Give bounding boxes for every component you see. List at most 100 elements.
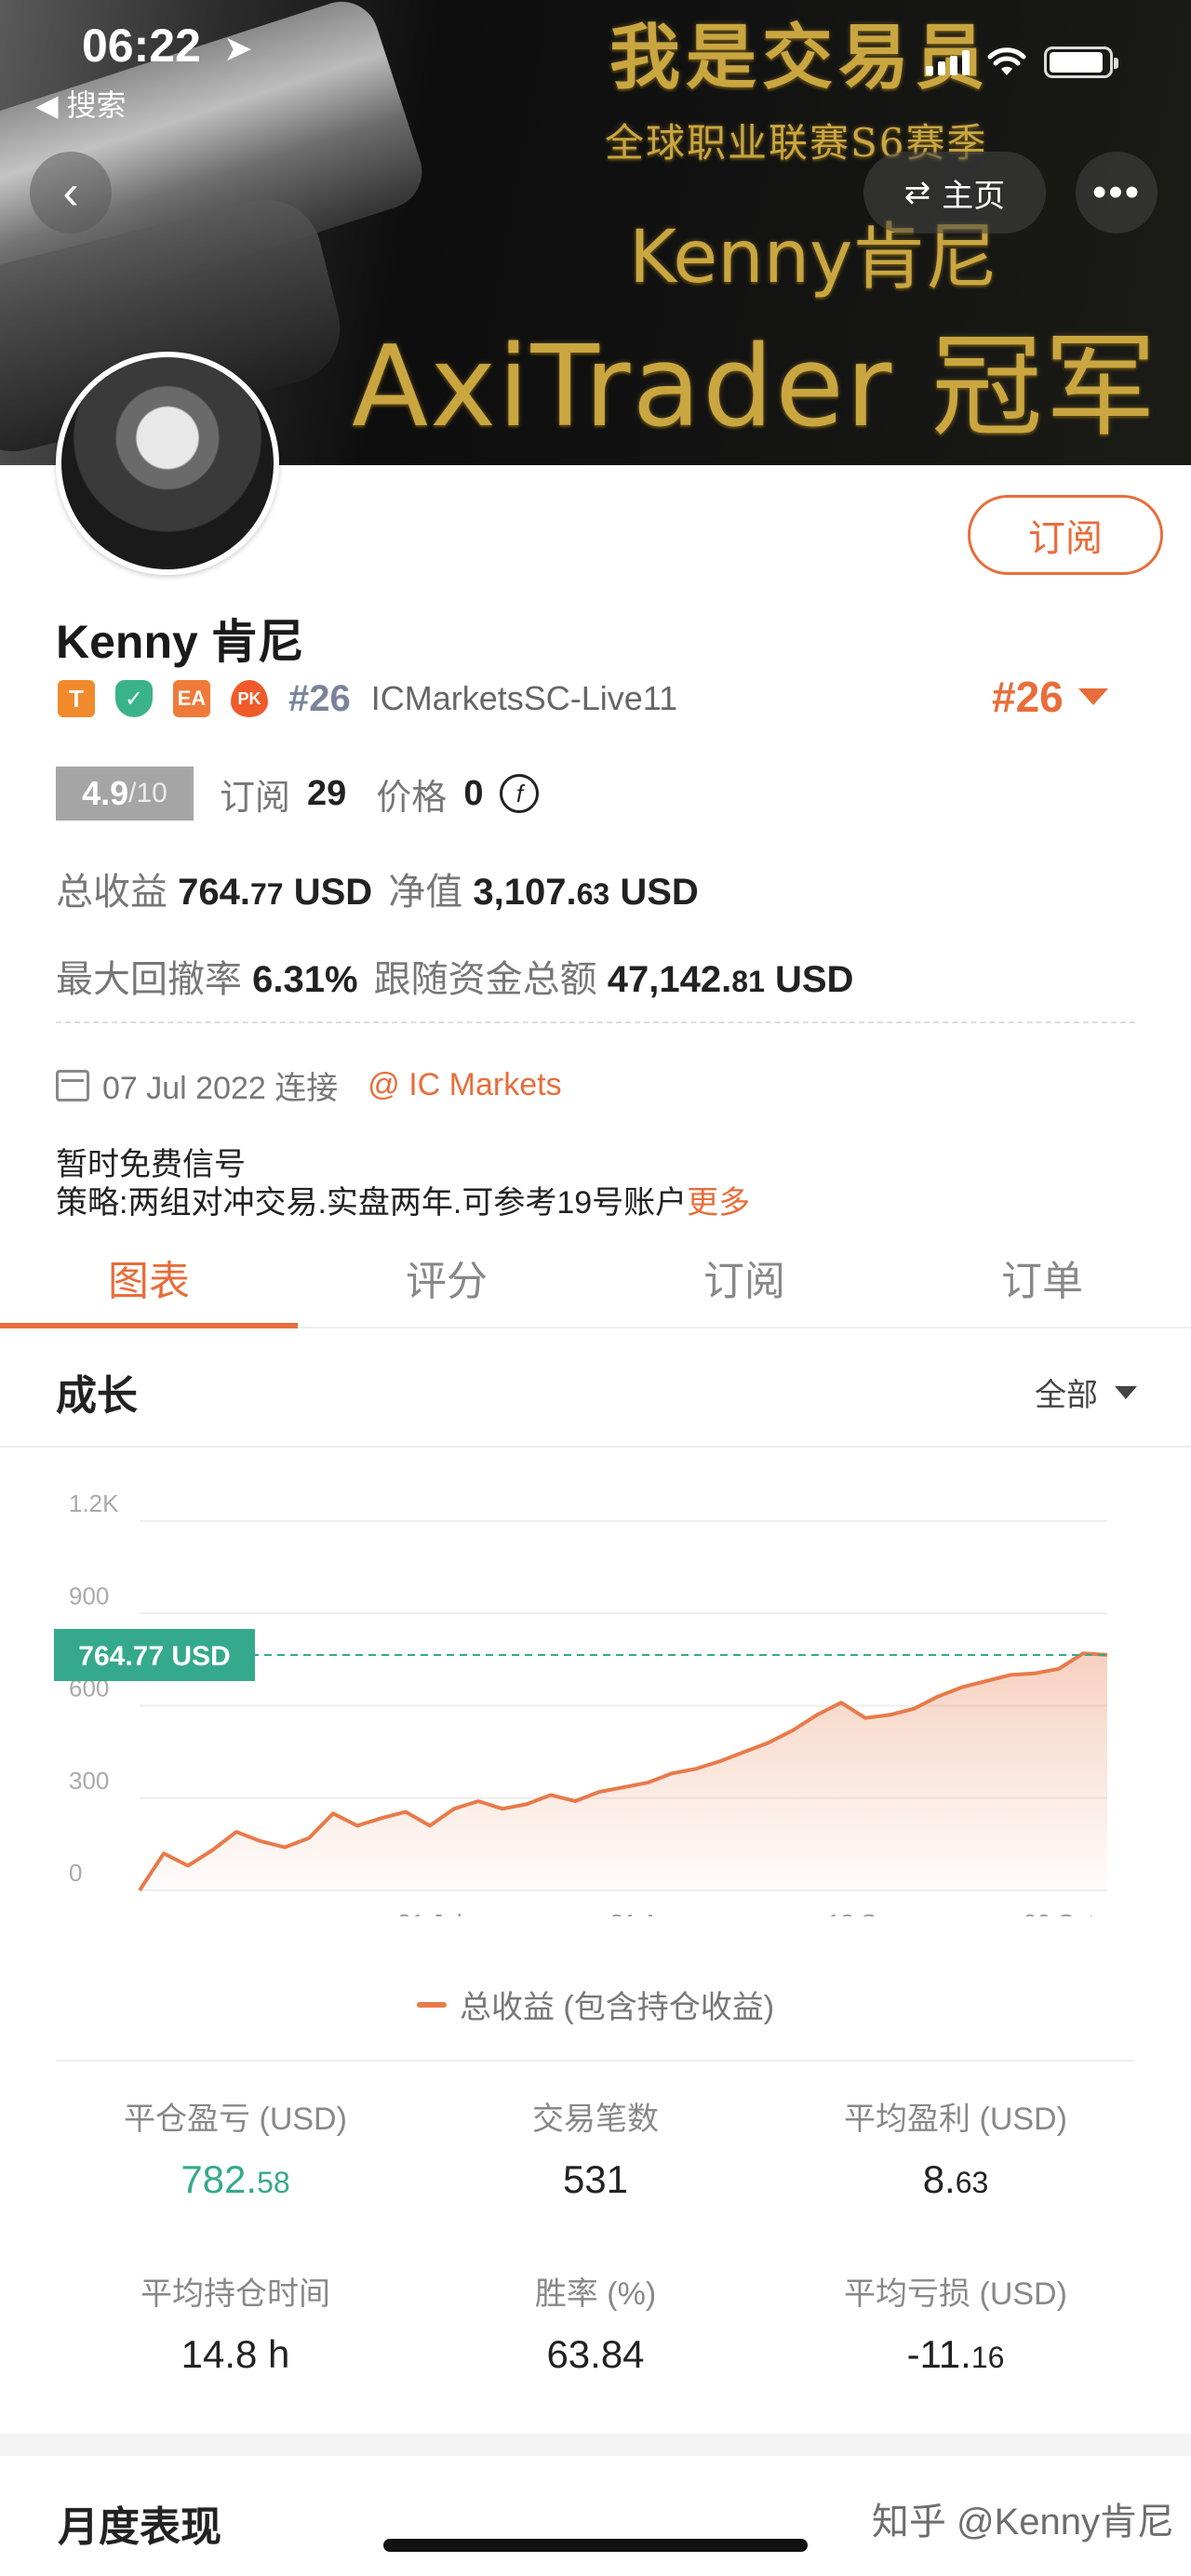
equity-label: 净值	[388, 872, 463, 913]
tab-bar: 图表 评分 订阅 订单	[0, 1228, 1191, 1328]
avatar[interactable]	[56, 352, 279, 575]
caret-down-icon	[1077, 688, 1108, 705]
equity-currency: USD	[620, 872, 699, 913]
tab-subscriptions[interactable]: 订阅	[596, 1228, 893, 1327]
monthly-title: 月度表现	[58, 2504, 221, 2550]
price-value: 0	[463, 773, 484, 813]
score-row: 4.9/10 订阅 29 价格 0 f	[56, 767, 540, 821]
score-denominator: /10	[128, 778, 167, 808]
caret-down-icon	[1115, 1385, 1137, 1399]
rank-dropdown[interactable]: #26	[992, 672, 1108, 722]
growth-chart-svg: 03006009001.2K31 Jul21 Aug13 Sep06 Oct76…	[54, 1489, 1108, 1937]
follow-funds-label: 跟随资金总额	[373, 959, 597, 1000]
status-indicators	[926, 47, 1118, 78]
avg-loss-int: -11.	[906, 2332, 971, 2376]
avg-loss-cell: 平均亏损 (USD) -11.16	[776, 2268, 1135, 2377]
legend-swatch	[416, 2001, 447, 2008]
more-link[interactable]: 更多	[687, 1185, 750, 1221]
tab-rating[interactable]: 评分	[298, 1228, 596, 1327]
price-label: 价格	[376, 778, 448, 818]
more-dots-icon: •••	[1091, 169, 1142, 215]
rank-big-value: #26	[992, 673, 1064, 721]
subs-label: 订阅	[220, 778, 291, 818]
y-tick-label: 300	[69, 1767, 109, 1795]
trader-t-badge[interactable]: T	[58, 680, 95, 717]
broker-link[interactable]: @ IC Markets	[368, 1067, 561, 1103]
y-tick-label: 1.2K	[69, 1489, 119, 1517]
closed-pl-int: 782.	[181, 2157, 258, 2201]
status-time: 06:22	[82, 20, 201, 72]
follow-funds-dec: 81	[731, 965, 765, 998]
rank-small: #26	[288, 677, 351, 719]
avg-hold-cell: 平均持仓时间 14.8 h	[56, 2268, 415, 2377]
wifi-icon	[987, 47, 1026, 75]
score-value: 4.9	[82, 774, 129, 812]
max-drawdown-value: 6.31%	[252, 959, 358, 1000]
growth-title: 成长	[56, 1373, 138, 1419]
coin-icon: f	[500, 774, 540, 813]
winrate-label: 胜率 (%)	[534, 2276, 657, 2312]
subs-value: 29	[307, 773, 347, 813]
server-name: ICMarketsSC-Live11	[370, 679, 678, 717]
follow-funds-int: 47,142.	[607, 959, 732, 1000]
max-drawdown-label: 最大回撤率	[56, 959, 242, 1000]
trades-cell: 交易笔数 531	[416, 2093, 775, 2202]
subscribe-button[interactable]: 订阅	[968, 495, 1163, 575]
badge-row: T ✓ EA PK #26 ICMarketsSC-Live11	[58, 673, 677, 725]
score-badge: 4.9/10	[56, 767, 194, 821]
winrate-cell: 胜率 (%) 63.84	[416, 2268, 775, 2377]
winrate-value: 63.84	[546, 2332, 645, 2376]
avg-hold-label: 平均持仓时间	[141, 2276, 330, 2312]
growth-chart[interactable]: 03006009001.2K31 Jul21 Aug13 Sep06 Oct76…	[0, 1451, 1191, 2037]
home-indicator	[383, 2539, 808, 2552]
closed-pl-label: 平仓盈亏 (USD)	[124, 2102, 347, 2137]
profit-equity-row: 总收益 764.77 USD 净值 3,107.63 USD	[56, 861, 699, 915]
y-tick-label: 900	[69, 1582, 109, 1609]
closed-pl-value: 782.58	[56, 2157, 415, 2202]
strategy-body: 策略:两组对冲交易.实盘两年.可参考19号账户	[56, 1185, 688, 1221]
avg-profit-dec: 63	[955, 2166, 989, 2199]
growth-range-label: 全部	[1035, 1378, 1098, 1413]
total-profit-dec: 77	[249, 877, 284, 911]
swap-arrows-icon: ⇄	[903, 175, 931, 210]
x-tick-label: 31 Jul	[397, 1909, 462, 1916]
avg-loss-dec: 16	[970, 2341, 1005, 2374]
tab-chart[interactable]: 图表	[0, 1228, 298, 1328]
calendar-icon	[56, 1069, 89, 1101]
current-value-label: 764.77 USD	[78, 1641, 230, 1672]
total-profit-label: 总收益	[56, 872, 167, 913]
pk-fire-badge[interactable]: PK	[231, 680, 268, 717]
dashed-divider	[56, 1021, 1135, 1023]
cellular-signal-icon	[926, 49, 970, 75]
banner-title-line4: AxiTrader 冠军	[352, 323, 1158, 452]
section-gap	[0, 2434, 1191, 2456]
home-button[interactable]: ⇄ 主页	[863, 152, 1046, 234]
more-button[interactable]: •••	[1076, 152, 1158, 234]
equity-dec: 63	[576, 877, 610, 911]
avg-profit-label: 平均盈利 (USD)	[844, 2102, 1067, 2137]
strategy-text: 策略:两组对冲交易.实盘两年.可参考19号账户更多	[56, 1177, 750, 1222]
equity-int: 3,107.	[473, 872, 577, 913]
status-back-link[interactable]: ◀ 搜索	[35, 82, 127, 125]
connect-row: 07 Jul 2022 连接 @ IC Markets	[56, 1062, 562, 1108]
trades-value: 531	[562, 2157, 629, 2201]
trader-name: Kenny 肯尼	[56, 616, 304, 668]
tab-orders[interactable]: 订单	[893, 1228, 1191, 1327]
growth-range-dropdown[interactable]: 全部	[1035, 1369, 1137, 1415]
back-button[interactable]: ‹	[30, 152, 112, 234]
verified-shield-icon[interactable]: ✓	[115, 680, 153, 717]
growth-header: 成长 全部	[0, 1330, 1191, 1448]
trades-label: 交易笔数	[532, 2102, 659, 2137]
home-button-label: 主页	[942, 178, 1006, 214]
avg-profit-value: 8.63	[776, 2157, 1135, 2202]
follow-funds-currency: USD	[774, 959, 854, 1000]
ea-badge[interactable]: EA	[173, 680, 210, 717]
watermark: 知乎 @Kenny肯尼	[871, 2502, 1174, 2543]
location-arrow-icon: ➤	[223, 30, 253, 69]
avg-hold-value: 14.8 h	[181, 2332, 290, 2376]
avg-profit-cell: 平均盈利 (USD) 8.63	[776, 2093, 1135, 2202]
battery-icon	[1044, 47, 1118, 78]
total-profit-currency: USD	[293, 872, 373, 913]
avg-loss-value: -11.16	[776, 2332, 1135, 2377]
total-profit-int: 764.	[178, 872, 250, 913]
